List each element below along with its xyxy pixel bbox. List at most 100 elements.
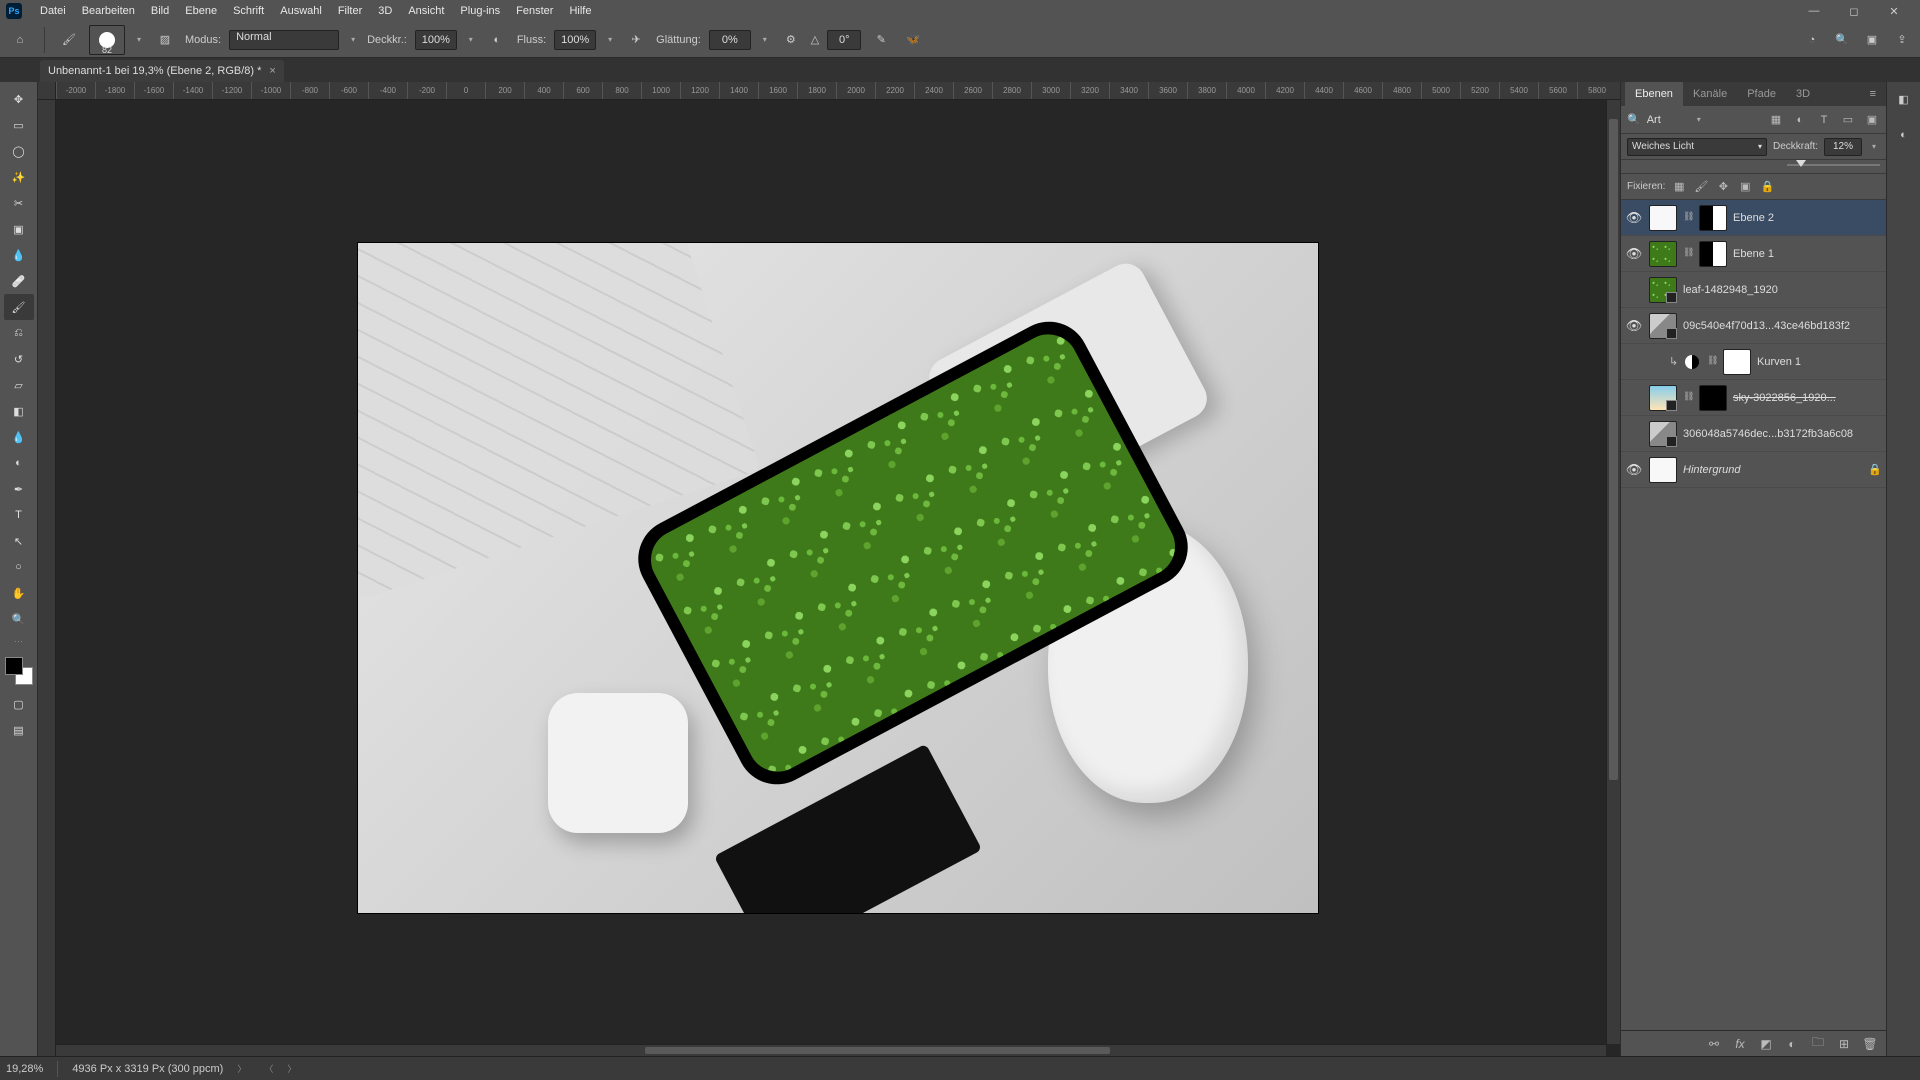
layer-name[interactable]: sky-3022856_1920... [1733, 392, 1882, 404]
quickmask-tool[interactable]: ▢ [4, 691, 34, 717]
layer-row[interactable]: 👁⛓Ebene 1 [1621, 236, 1886, 272]
layer-mask-thumbnail[interactable] [1699, 385, 1727, 411]
layer-row[interactable]: 👁306048a5746dec...b3172fb3a6c08 [1621, 416, 1886, 452]
tab-3d[interactable]: 3D [1786, 82, 1820, 106]
window-close-button[interactable]: ✕ [1874, 0, 1914, 22]
blur-tool[interactable]: 💧 [4, 424, 34, 450]
menu-hilfe[interactable]: Hilfe [561, 0, 599, 22]
path-select-tool[interactable]: ↖ [4, 528, 34, 554]
layer-name[interactable]: Ebene 2 [1733, 212, 1882, 224]
home-icon[interactable]: ⌂ [8, 28, 32, 52]
dock-layers-icon[interactable]: ◧ [1893, 88, 1915, 110]
crop-tool[interactable]: ✂ [4, 190, 34, 216]
delete-layer-icon[interactable]: 🗑 [1862, 1036, 1878, 1052]
move-tool[interactable]: ✥ [4, 86, 34, 112]
lock-all-icon[interactable]: 🔒 [1759, 179, 1775, 195]
layer-visibility-toggle[interactable]: 👁 [1625, 246, 1643, 262]
frame-tool[interactable]: ▣ [4, 216, 34, 242]
status-nav-right[interactable]: 〉 [287, 1062, 296, 1075]
layer-name[interactable]: 306048a5746dec...b3172fb3a6c08 [1683, 428, 1882, 440]
lock-artboard-icon[interactable]: ▣ [1737, 179, 1753, 195]
pen-tool[interactable]: ✒ [4, 476, 34, 502]
brush-preview[interactable]: 82 [89, 25, 125, 55]
tool-preset-icon[interactable]: 🖌 [57, 28, 81, 52]
cloud-docs-icon[interactable]: ◔ [1802, 30, 1822, 50]
pressure-opacity-icon[interactable]: ◐ [485, 28, 509, 52]
ruler-vertical[interactable] [38, 100, 56, 1056]
ruler-horizontal[interactable]: -2000-1800-1600-1400-1200-1000-800-600-4… [56, 82, 1620, 100]
marquee-tool[interactable]: ▭ [4, 112, 34, 138]
window-minimize-button[interactable]: — [1794, 0, 1834, 22]
menu-bearbeiten[interactable]: Bearbeiten [74, 0, 143, 22]
lock-transparent-icon[interactable]: ▦ [1671, 179, 1687, 195]
layer-visibility-toggle[interactable]: 👁 [1625, 390, 1643, 406]
layer-row[interactable]: 👁⛓sky-3022856_1920... [1621, 380, 1886, 416]
brush-tool[interactable]: 🖌 [4, 294, 34, 320]
layer-row[interactable]: 👁 09c540e4f70d13...43ce46bd183f2 [1621, 308, 1886, 344]
layer-visibility-toggle[interactable]: 👁 [1645, 354, 1663, 370]
stamp-tool[interactable]: ⎌ [4, 320, 34, 346]
layer-name[interactable]: Ebene 1 [1733, 248, 1882, 260]
layer-visibility-toggle[interactable]: 👁 [1625, 318, 1643, 334]
eyedropper-tool[interactable]: 💧 [4, 242, 34, 268]
filter-pixel-icon[interactable]: ▦ [1768, 112, 1784, 128]
fx-icon[interactable]: fx [1732, 1036, 1748, 1052]
opacity-slider-knob[interactable] [1796, 160, 1806, 167]
window-maximize-button[interactable]: ◻ [1834, 0, 1874, 22]
doc-info-chevron[interactable]: 〉 [237, 1062, 246, 1075]
search-icon[interactable]: 🔍 [1832, 30, 1852, 50]
shape-tool[interactable]: ○ [4, 554, 34, 580]
magic-wand-tool[interactable]: ✨ [4, 164, 34, 190]
filter-shape-icon[interactable]: ▭ [1840, 112, 1856, 128]
filter-adjust-icon[interactable]: ◐ [1792, 112, 1808, 128]
healing-tool[interactable]: 🩹 [4, 268, 34, 294]
opacity-input[interactable] [415, 30, 457, 50]
dock-properties-icon[interactable]: ◐ [1893, 124, 1915, 146]
menu-bild[interactable]: Bild [143, 0, 177, 22]
lock-position-icon[interactable]: ✥ [1715, 179, 1731, 195]
layer-thumbnail[interactable] [1649, 241, 1677, 267]
symmetry-icon[interactable]: 🦋 [901, 28, 925, 52]
layer-thumbnail[interactable] [1649, 205, 1677, 231]
layer-name[interactable]: Hintergrund [1683, 464, 1862, 476]
eraser-tool[interactable]: ▱ [4, 372, 34, 398]
layer-row[interactable]: 👁⛓Ebene 2 [1621, 200, 1886, 236]
hand-tool[interactable]: ✋ [4, 580, 34, 606]
doc-info[interactable]: 4936 Px x 3319 Px (300 ppcm) [72, 1063, 223, 1075]
opacity-dropdown[interactable]: ▾ [465, 30, 477, 50]
layer-visibility-toggle[interactable]: 👁 [1625, 210, 1643, 226]
brush-settings-icon[interactable]: ▨ [153, 28, 177, 52]
gradient-tool[interactable]: ◧ [4, 398, 34, 424]
layer-name[interactable]: leaf-1482948_1920 [1683, 284, 1882, 296]
mode-dropdown[interactable]: ▾ [347, 30, 359, 50]
add-mask-icon[interactable]: ◩ [1758, 1036, 1774, 1052]
zoom-tool[interactable]: 🔍 [4, 606, 34, 632]
color-swatches[interactable] [5, 657, 33, 685]
scrollbar-horizontal[interactable] [56, 1044, 1606, 1056]
canvas-document[interactable] [358, 243, 1318, 913]
opacity-dd-icon[interactable]: ▾ [1868, 142, 1880, 151]
layer-row[interactable]: 👁Hintergrund🔒 [1621, 452, 1886, 488]
flow-dropdown[interactable]: ▾ [604, 30, 616, 50]
layer-row[interactable]: 👁leaf-1482948_1920 [1621, 272, 1886, 308]
close-tab-icon[interactable]: × [269, 65, 275, 77]
angle-input[interactable] [827, 30, 861, 50]
link-layers-icon[interactable]: ⚯ [1706, 1036, 1722, 1052]
opacity-slider[interactable] [1787, 164, 1880, 166]
layer-visibility-toggle[interactable]: 👁 [1625, 462, 1643, 478]
smoothing-input[interactable] [709, 30, 751, 50]
menu-fenster[interactable]: Fenster [508, 0, 561, 22]
layer-opacity-input[interactable] [1824, 138, 1862, 156]
menu-auswahl[interactable]: Auswahl [272, 0, 330, 22]
adjustment-icon[interactable]: ◐ [1784, 1036, 1800, 1052]
flow-input[interactable] [554, 30, 596, 50]
zoom-level[interactable]: 19,28% [6, 1063, 43, 1075]
smoothing-dropdown[interactable]: ▾ [759, 30, 771, 50]
panel-menu-icon[interactable]: ≡ [1864, 88, 1882, 100]
menu-schrift[interactable]: Schrift [225, 0, 272, 22]
smoothing-options-icon[interactable]: ⚙ [779, 28, 803, 52]
workspace-icon[interactable]: ▣ [1862, 30, 1882, 50]
type-tool[interactable]: T [4, 502, 34, 528]
layer-name[interactable]: 09c540e4f70d13...43ce46bd183f2 [1683, 320, 1882, 332]
foreground-swatch[interactable] [5, 657, 23, 675]
